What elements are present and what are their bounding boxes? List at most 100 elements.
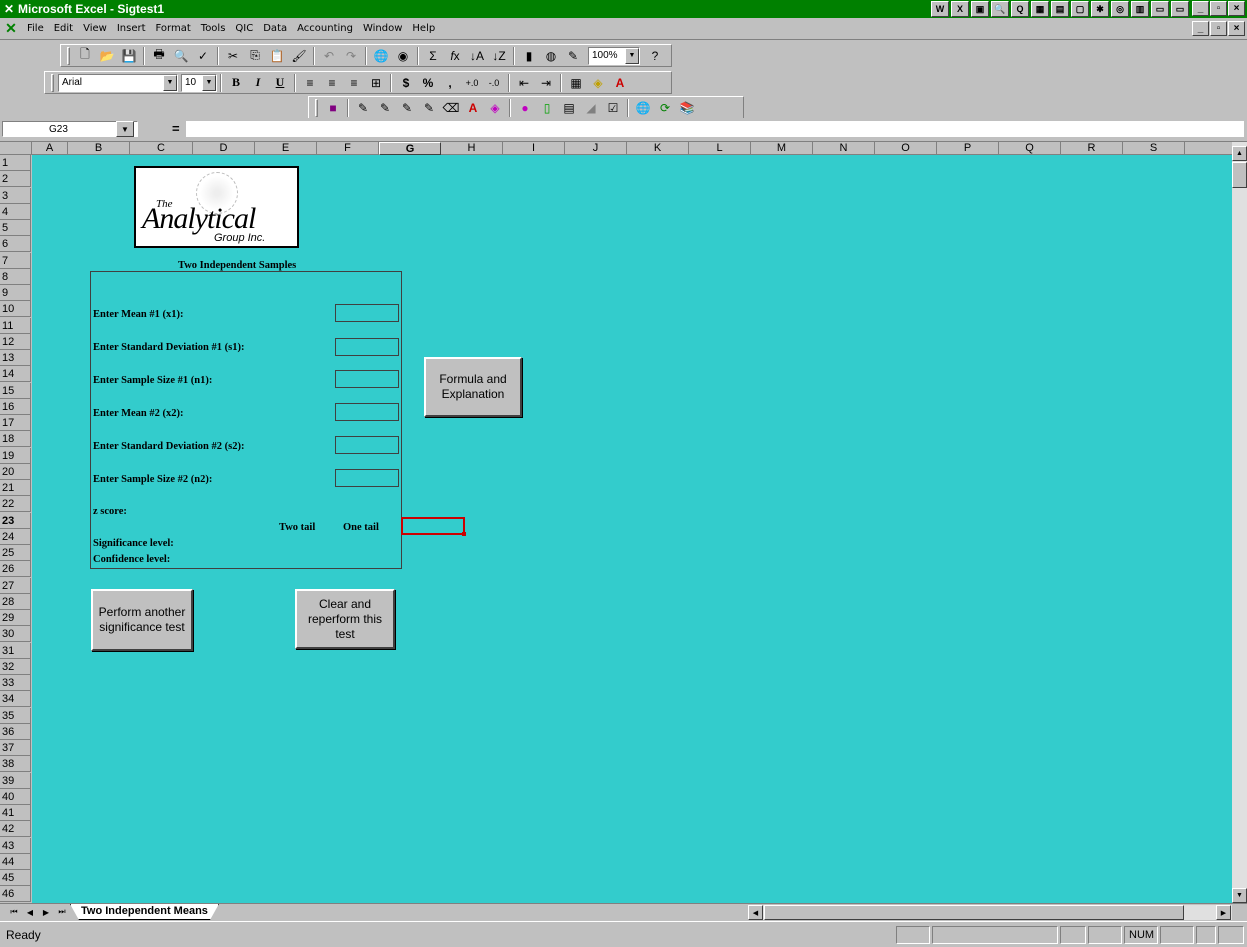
taskbar-app-icon[interactable]: ▦ [1031,1,1049,17]
italic-button[interactable]: I [247,73,269,93]
row-header[interactable]: 32 [0,658,31,675]
row-header[interactable]: 44 [0,853,31,870]
borders-icon[interactable]: ▦ [565,73,587,93]
worksheet-grid[interactable]: The Analytical Group Inc. Two Independen… [32,155,1232,903]
palette-icon[interactable]: ■ [322,98,344,118]
perform-another-test-button[interactable]: Perform another significance test [91,589,193,651]
column-header-g[interactable]: G [379,142,441,155]
row-header[interactable]: 7 [0,252,31,269]
formula-input[interactable] [186,121,1244,137]
taskbar-app-icon[interactable]: ▤ [1051,1,1069,17]
record-icon[interactable]: ● [514,98,536,118]
row-header[interactable]: 13 [0,350,31,366]
row-header[interactable]: 41 [0,805,31,821]
toolbar-grip[interactable] [67,46,70,65]
column-header-o[interactable]: O [875,142,937,155]
menu-data[interactable]: Data [258,23,292,34]
scroll-down-icon[interactable]: ▼ [1232,888,1247,903]
hyperlink-icon[interactable]: 🌐 [370,46,392,66]
spelling-icon[interactable]: ✓ [192,46,214,66]
taskbar-app-icon[interactable]: 🔍 [991,1,1009,17]
row-header[interactable]: 45 [0,870,31,886]
row-header[interactable]: 40 [0,788,31,805]
clear-reperform-button[interactable]: Clear and reperform this test [295,589,395,649]
row-header[interactable]: 29 [0,610,31,626]
formula-explanation-button[interactable]: Formula and Explanation [424,357,522,417]
decrease-decimal-icon[interactable]: -.0 [483,73,505,93]
close-button[interactable]: × [1228,1,1245,16]
column-header-l[interactable]: L [689,142,751,155]
sheet-tab-two-independent-means[interactable]: Two Independent Means [70,904,219,920]
map-icon[interactable]: ◍ [540,46,562,66]
taskbar-app-icon[interactable]: X [951,1,969,17]
taskbar-app-icon[interactable]: ▭ [1171,1,1189,17]
sort-descending-icon[interactable]: ↓Z [488,46,510,66]
pen-icon[interactable]: ✎ [352,98,374,118]
row-header[interactable]: 18 [0,431,31,448]
active-cell-g23[interactable] [401,517,466,536]
taskbar-app-icon[interactable]: W [931,1,949,17]
taskbar-app-icon[interactable]: ◎ [1111,1,1129,17]
column-header-j[interactable]: J [565,142,627,155]
column-header-s[interactable]: S [1123,142,1185,155]
bold-button[interactable]: B [225,73,247,93]
row-header[interactable]: 35 [0,707,31,724]
refresh-icon[interactable]: ⟳ [654,98,676,118]
doc-close-button[interactable]: × [1228,21,1245,36]
workbook-icon[interactable]: ✕ [0,20,22,38]
save-icon[interactable]: 💾 [118,46,140,66]
row-header[interactable]: 1 [0,155,31,171]
doc-restore-button[interactable]: ▫ [1210,21,1227,36]
first-sheet-icon[interactable]: ⏮ [8,905,20,919]
font-name-select[interactable]: Arial ▼ [58,73,178,92]
scroll-left-icon[interactable]: ◀ [748,905,763,920]
chevron-down-icon[interactable]: ▼ [163,74,177,91]
column-header-k[interactable]: K [627,142,689,155]
format-painter-icon[interactable]: 🖌 [288,46,310,66]
minimize-button[interactable]: _ [1192,1,1209,16]
column-header-e[interactable]: E [255,142,317,155]
chart-wizard-icon[interactable]: ▮ [518,46,540,66]
row-header[interactable]: 42 [0,821,31,838]
n2-input[interactable] [335,469,399,487]
row-header[interactable]: 4 [0,203,31,220]
column-header-c[interactable]: C [130,142,193,155]
align-left-icon[interactable]: ≡ [299,73,321,93]
globe-icon[interactable]: 🌐 [632,98,654,118]
taskbar-app-icon[interactable]: ▭ [1151,1,1169,17]
row-header[interactable]: 14 [0,366,31,383]
row-header[interactable]: 6 [0,236,31,253]
scroll-thumb[interactable] [1232,162,1247,188]
row-header[interactable]: 5 [0,220,31,236]
row-header[interactable]: 26 [0,561,31,578]
menu-accounting[interactable]: Accounting [292,23,358,34]
column-header-i[interactable]: I [503,142,565,155]
align-right-icon[interactable]: ≡ [343,73,365,93]
menu-file[interactable]: File [22,23,49,34]
row-header[interactable]: 12 [0,333,31,350]
row-header[interactable]: 21 [0,480,31,496]
row-header[interactable]: 16 [0,398,31,415]
underline-button[interactable]: U [269,73,291,93]
menu-insert[interactable]: Insert [112,23,151,34]
row-header[interactable]: 20 [0,463,31,480]
vertical-scrollbar[interactable]: ▲ ▼ [1232,142,1247,903]
row-header[interactable]: 46 [0,886,31,903]
taskbar-app-icon[interactable]: ▥ [1131,1,1149,17]
zoom-select[interactable]: 100% ▼ [588,46,640,65]
eraser-icon[interactable]: ⌫ [440,98,462,118]
row-header[interactable]: 9 [0,285,31,301]
row-header[interactable]: 27 [0,577,31,594]
next-sheet-icon[interactable]: ▶ [40,905,52,919]
row-header[interactable]: 39 [0,772,31,789]
function-icon[interactable]: fx [444,46,466,66]
row-header[interactable]: 28 [0,593,31,610]
taskbar-app-icon[interactable]: ▣ [971,1,989,17]
paste-icon[interactable]: 📋 [266,46,288,66]
menu-window[interactable]: Window [358,23,407,34]
row-header[interactable]: 11 [0,317,31,334]
column-header-d[interactable]: D [193,142,255,155]
drawing-icon[interactable]: ✎ [562,46,584,66]
column-header-p[interactable]: P [937,142,999,155]
menu-qic[interactable]: QIC [230,23,258,34]
